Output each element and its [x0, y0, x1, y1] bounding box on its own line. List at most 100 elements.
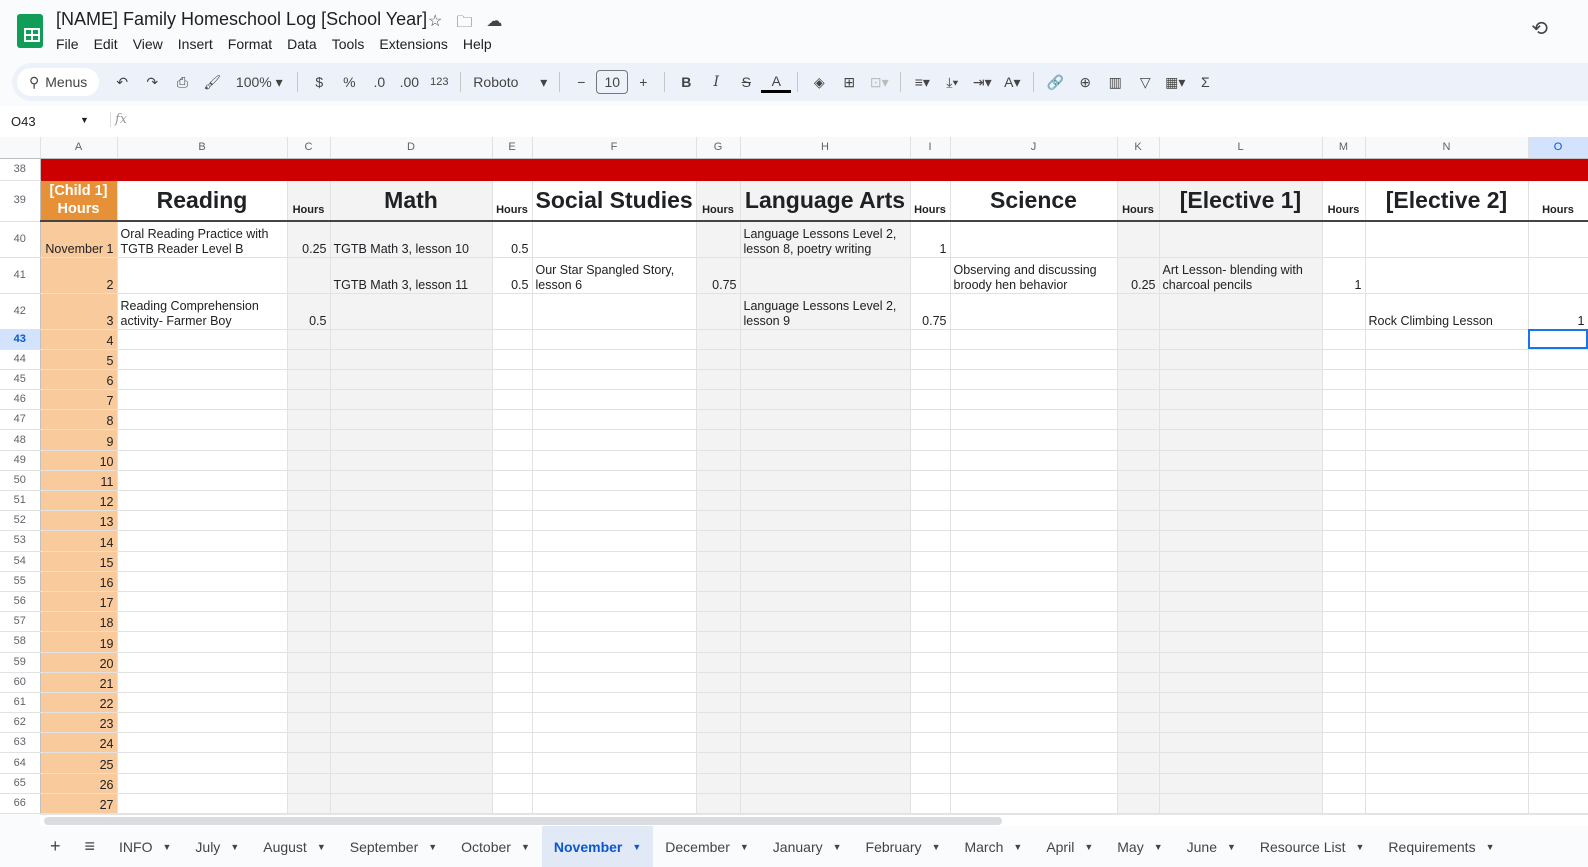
sheet-tab-july[interactable]: July ▼ — [183, 826, 251, 867]
activity-cell[interactable] — [1159, 349, 1323, 370]
activity-cell[interactable] — [117, 429, 288, 451]
activity-cell[interactable] — [330, 429, 493, 451]
activity-cell[interactable] — [740, 369, 911, 391]
hours-cell[interactable] — [909, 490, 951, 512]
activity-cell[interactable]: Reading Comprehension activity- Farmer B… — [117, 293, 288, 330]
hours-cell[interactable] — [1528, 450, 1588, 471]
increase-font-size-icon[interactable]: + — [628, 68, 658, 96]
red-divider-cell[interactable] — [492, 158, 533, 181]
menu-insert[interactable]: Insert — [178, 36, 220, 52]
activity-cell[interactable] — [532, 551, 697, 572]
activity-cell[interactable] — [950, 672, 1118, 693]
hours-cell[interactable] — [491, 631, 533, 653]
date-cell[interactable]: 21 — [40, 672, 118, 693]
date-cell[interactable]: 26 — [40, 773, 118, 794]
hours-cell[interactable] — [695, 631, 741, 653]
hours-cell[interactable] — [491, 329, 533, 350]
row-number[interactable]: 50 — [0, 470, 41, 492]
hours-cell[interactable] — [695, 389, 741, 411]
merge-cells-icon[interactable]: ⊡▾ — [864, 68, 894, 96]
hours-cell[interactable] — [1116, 293, 1160, 330]
borders-icon[interactable]: ⊞ — [834, 68, 864, 96]
scrollbar-thumb[interactable] — [44, 817, 1002, 825]
activity-cell[interactable] — [1159, 329, 1323, 350]
row-number[interactable]: 42 — [0, 293, 41, 330]
hours-cell[interactable] — [286, 571, 331, 592]
hours-cell[interactable] — [1322, 672, 1366, 693]
row-number[interactable]: 59 — [0, 652, 41, 673]
hours-cell[interactable] — [491, 672, 533, 693]
hours-cell[interactable] — [286, 631, 331, 653]
activity-cell[interactable] — [117, 773, 288, 794]
activity-cell[interactable] — [532, 510, 697, 532]
activity-cell[interactable] — [740, 652, 911, 673]
hours-cell[interactable] — [695, 221, 741, 258]
row-number[interactable]: 65 — [0, 773, 41, 794]
row-number[interactable]: 63 — [0, 732, 41, 754]
activity-cell[interactable] — [950, 221, 1118, 258]
hours-cell[interactable] — [909, 652, 951, 673]
hours-cell[interactable] — [491, 571, 533, 592]
hours-cell[interactable] — [1116, 389, 1160, 411]
hours-cell[interactable] — [695, 571, 741, 592]
activity-cell[interactable]: TGTB Math 3, lesson 11 — [330, 257, 493, 294]
hours-cell[interactable] — [695, 551, 741, 572]
activity-cell[interactable] — [532, 409, 697, 431]
hours-cell[interactable] — [286, 510, 331, 532]
chevron-down-icon[interactable]: ▼ — [632, 842, 641, 852]
chevron-down-icon[interactable]: ▼ — [521, 842, 530, 852]
hours-cell[interactable] — [1528, 773, 1588, 794]
activity-cell[interactable] — [740, 692, 911, 714]
activity-cell[interactable] — [117, 389, 288, 411]
chevron-down-icon[interactable]: ▼ — [1227, 842, 1236, 852]
hours-cell[interactable] — [491, 349, 533, 370]
hours-cell[interactable] — [695, 672, 741, 693]
activity-cell[interactable] — [740, 611, 911, 633]
activity-cell[interactable] — [1364, 409, 1529, 431]
activity-cell[interactable] — [1159, 530, 1323, 552]
chevron-down-icon[interactable]: ▼ — [230, 842, 239, 852]
hours-cell[interactable] — [695, 450, 741, 471]
hours-cell[interactable] — [909, 429, 951, 451]
column-header-b[interactable]: B — [117, 137, 288, 159]
activity-cell[interactable] — [1159, 450, 1323, 471]
search-menus-button[interactable]: ⚲ Menus — [17, 68, 100, 96]
activity-cell[interactable] — [950, 329, 1118, 350]
hours-cell[interactable] — [1116, 221, 1160, 258]
date-cell[interactable]: 11 — [40, 470, 118, 492]
row-number[interactable]: 44 — [0, 349, 41, 370]
activity-cell[interactable]: Our Star Spangled Story, lesson 6 — [532, 257, 697, 294]
hours-cell[interactable] — [1116, 712, 1160, 734]
activity-cell[interactable] — [532, 571, 697, 592]
activity-cell[interactable] — [950, 389, 1118, 411]
hours-cell[interactable] — [491, 369, 533, 391]
hours-cell[interactable] — [286, 369, 331, 391]
activity-cell[interactable] — [950, 369, 1118, 391]
hours-cell[interactable] — [286, 490, 331, 512]
hours-cell[interactable] — [491, 773, 533, 794]
activity-cell[interactable] — [740, 510, 911, 532]
sheet-tab-june[interactable]: June ▼ — [1175, 826, 1248, 867]
hours-cell[interactable]: 1 — [1528, 293, 1588, 330]
currency-button[interactable]: $ — [304, 68, 334, 96]
name-box-dropdown-icon[interactable]: ▼ — [80, 115, 89, 125]
hours-cell[interactable] — [286, 692, 331, 714]
sheet-tab-march[interactable]: March ▼ — [952, 826, 1034, 867]
zoom-select[interactable]: 100% ▾ — [227, 68, 291, 96]
date-cell[interactable]: 10 — [40, 450, 118, 471]
hours-cell[interactable] — [286, 591, 331, 613]
hours-cell[interactable] — [1322, 773, 1366, 794]
percent-button[interactable]: % — [334, 68, 364, 96]
hours-header[interactable]: Hours — [1528, 180, 1588, 222]
hours-cell[interactable] — [1528, 389, 1588, 411]
hours-cell[interactable] — [695, 692, 741, 714]
hours-cell[interactable] — [1528, 429, 1588, 451]
sheet-tab-october[interactable]: October ▼ — [449, 826, 542, 867]
column-header-l[interactable]: L — [1159, 137, 1323, 159]
subject-header[interactable]: [Elective 2] — [1364, 180, 1529, 222]
hours-cell[interactable] — [909, 793, 951, 814]
activity-cell[interactable]: Oral Reading Practice with TGTB Reader L… — [117, 221, 288, 258]
cloud-status-icon[interactable]: ☁ — [486, 11, 502, 38]
activity-cell[interactable] — [117, 409, 288, 431]
date-cell[interactable]: 12 — [40, 490, 118, 512]
